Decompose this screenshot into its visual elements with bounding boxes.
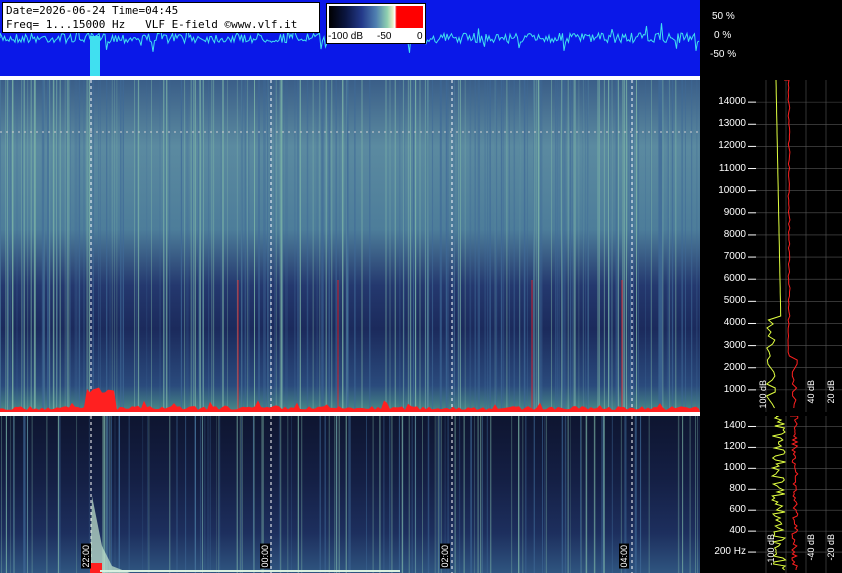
zoom-db-label-40: -40 dB <box>806 534 816 561</box>
zoom-spectrogram <box>0 416 700 573</box>
zoom-db-label-20: -20 dB <box>826 534 836 561</box>
main-freq-tick: 5000 <box>723 295 746 307</box>
main-db-label-40: 40 dB <box>806 380 816 404</box>
main-freq-tick: 1000 <box>723 383 746 395</box>
main-freq-tick: 9000 <box>723 206 746 218</box>
time-label-2200: 22:00 <box>81 544 91 569</box>
color-scale-tick-mid: -50 <box>377 31 392 42</box>
date-time-label: Date=2026-06-24 Time=04:45 <box>6 4 179 17</box>
osc-label-minus50: -50 % <box>710 49 737 60</box>
oscillogram-burst <box>90 36 100 76</box>
main-db-label-20: 20 dB <box>826 380 836 404</box>
color-scale: -100 dB -50 0 <box>326 3 426 44</box>
zoom-freq-tick: 400 <box>729 525 746 537</box>
zoom-freq-tick: 1200 <box>723 441 746 453</box>
zoom-freq-tick: 800 <box>729 483 746 495</box>
main-freq-tick: 10000 <box>718 184 746 196</box>
main-freq-tick: 2000 <box>723 361 746 373</box>
main-yellow-profile <box>765 80 782 409</box>
zoom-db-label-100: -100 dB <box>766 534 776 566</box>
freq-label: Freq= 1...15000 Hz VLF E-field ©www.vlf.… <box>6 18 298 31</box>
main-freq-tick: 4000 <box>723 317 746 329</box>
main-spectrogram <box>0 80 700 412</box>
zoom-freq-tick: 200 Hz <box>714 546 746 558</box>
zoom-freq-tick: 1400 <box>723 420 746 432</box>
time-label-0000: 00:00 <box>260 544 270 569</box>
osc-label-50: 50 % <box>712 11 735 22</box>
main-freq-tick: 8000 <box>723 228 746 240</box>
osc-label-0: 0 % <box>714 30 732 41</box>
color-scale-tick-left: -100 dB <box>328 31 364 42</box>
zoom-freq-tick: 600 <box>729 504 746 516</box>
time-label-0200: 02:00 <box>440 544 450 569</box>
main-freq-tick: 3000 <box>723 339 746 351</box>
red-noise-band <box>0 387 700 412</box>
main-freq-tick: 14000 <box>718 96 746 108</box>
color-scale-gradient <box>329 6 423 28</box>
main-freq-tick: 12000 <box>718 140 746 152</box>
main-freq-tick: 13000 <box>718 118 746 130</box>
zoom-freq-tick: 1000 <box>723 462 746 474</box>
info-box: Date=2026-06-24 Time=04:45 Freq= 1...1500… <box>2 2 320 33</box>
main-freq-tick: 7000 <box>723 251 746 263</box>
time-label-0400: 04:00 <box>619 544 629 569</box>
zoom-frequency-axis: 1400 1200 1000 800 600 400 200 Hz -100 dB -40 … <box>700 416 842 573</box>
main-spectrogram-lines <box>0 80 700 412</box>
color-scale-tick-right: 0 <box>417 31 423 42</box>
zoom-red-profile <box>790 416 799 571</box>
main-frequency-axis: 14000 13000 12000 11000 10000 9000 8000 7000 600… <box>700 80 842 416</box>
main-freq-tick: 11000 <box>718 162 746 174</box>
zoom-spectrogram-lines <box>1 416 698 573</box>
oscillogram-axis: 50 % 0 % -50 % <box>700 0 842 76</box>
main-db-label-100: 100 dB <box>758 380 768 409</box>
main-freq-tick: 6000 <box>723 273 746 285</box>
